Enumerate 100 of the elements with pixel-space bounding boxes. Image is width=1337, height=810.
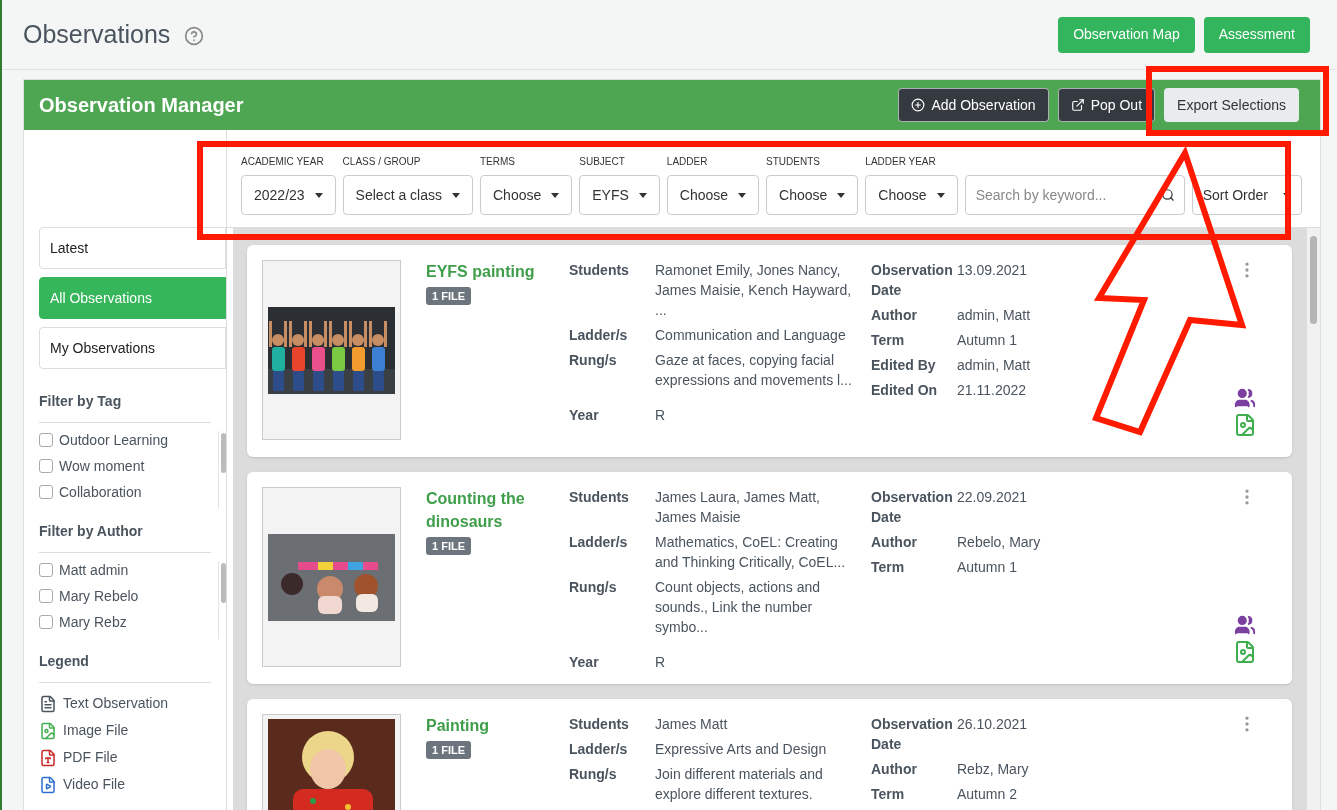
field-value: R <box>655 406 667 425</box>
field-value: Rebz, Mary <box>957 760 1029 779</box>
scrollbar[interactable] <box>1306 228 1320 810</box>
checkbox-option[interactable]: Wow moment <box>39 457 218 475</box>
field-label: Observation Date <box>871 715 954 754</box>
filter-dropdown[interactable]: Choose <box>766 175 859 215</box>
field-label: Students <box>569 715 630 734</box>
filter-label: LADDER <box>666 155 709 169</box>
field-value: 13.09.2021 <box>957 261 1028 280</box>
filter-dropdown[interactable]: EYFS <box>579 175 660 215</box>
caret-icon <box>551 192 560 198</box>
field-value: Autumn 2 <box>957 785 1017 804</box>
group-icon <box>1234 387 1256 409</box>
export-selections-button[interactable]: Export Selections <box>1164 88 1299 122</box>
field-label: Edited By <box>871 356 937 375</box>
legend-label: Text Observation <box>63 694 169 713</box>
caret-icon <box>638 192 647 198</box>
pdf-file-icon <box>39 748 57 767</box>
field-label: Ladder/s <box>569 533 629 552</box>
field-value: 26.10.2021 <box>957 715 1028 734</box>
group-icon <box>1234 614 1256 636</box>
file-count-badge: 1 FILE <box>426 537 471 555</box>
field-label: Observation Date <box>871 488 954 527</box>
scrollbar[interactable] <box>218 561 224 639</box>
checkbox[interactable] <box>39 433 53 447</box>
plus-icon <box>911 98 926 112</box>
field-label: Observation Date <box>871 261 954 300</box>
field-label: Ladder/s <box>569 740 629 759</box>
pop-out-button[interactable]: Pop Out <box>1057 88 1156 122</box>
filter-dropdown[interactable]: Choose <box>865 175 958 215</box>
filter-label: CLASS / GROUP <box>342 155 422 169</box>
image-file-icon <box>1233 640 1257 664</box>
field-value: Rebelo, Mary <box>957 533 1041 552</box>
checkbox-option[interactable]: Matt admin <box>39 561 218 579</box>
field-value: Join different materials and explore different textures. <box>655 765 824 804</box>
observation-card[interactable]: Painting 1 FILE Students James Matt Ladder/s Expressive Arts and Design Rung/s Join different materials and explore different textures. Observation Date 26.10.2021 Author Rebz, Mary Term Autumn 2 <box>247 699 1292 810</box>
observation-card[interactable] <box>247 245 1292 457</box>
caret-icon <box>452 192 460 198</box>
field-value: 22.09.2021 <box>957 488 1028 507</box>
checkbox[interactable] <box>39 615 53 629</box>
checkbox-option[interactable]: Mary Rebelo <box>39 587 218 605</box>
caret-icon <box>738 192 747 198</box>
view-tab[interactable]: My Observations <box>39 327 226 369</box>
field-value: Autumn 1 <box>957 331 1017 350</box>
view-tab[interactable]: Latest <box>39 227 226 269</box>
legend-heading: Legend <box>39 651 211 683</box>
caret-icon <box>936 192 945 198</box>
field-value: Count objects, actions and sounds., Link the number symbo... <box>655 578 821 637</box>
field-label: Students <box>569 261 630 280</box>
checkbox-option[interactable]: Collaboration <box>39 483 218 501</box>
field-value: Autumn 1 <box>957 558 1017 577</box>
legend-label: Image File <box>63 721 129 740</box>
file-count-badge: 1 FILE <box>426 741 471 759</box>
add-observation-button[interactable]: Add Observation <box>898 88 1049 122</box>
field-label: Year <box>569 406 600 425</box>
filter-label: ACADEMIC YEAR <box>241 155 325 169</box>
field-label: Year <box>569 653 600 672</box>
caret-icon <box>837 192 846 198</box>
filter-heading: Filter by Tag <box>39 391 211 423</box>
field-value: James Matt <box>655 715 729 734</box>
field-label: Term <box>871 331 906 350</box>
video-file-icon <box>39 775 57 794</box>
caret-icon <box>314 192 323 198</box>
field-label: Term <box>871 558 906 577</box>
field-label: Author <box>871 760 918 779</box>
scrollbar[interactable] <box>218 431 224 509</box>
field-label: Term <box>871 785 906 804</box>
checkbox[interactable] <box>39 589 53 603</box>
field-label: Rung/s <box>569 578 618 597</box>
field-value: R <box>655 653 667 672</box>
field-label: Author <box>871 306 918 325</box>
filter-label: SUBJECT <box>579 155 626 169</box>
filter-dropdown[interactable]: Choose <box>480 175 573 215</box>
checkbox[interactable] <box>39 459 53 473</box>
field-value: Communication and Language <box>655 326 847 345</box>
search-field[interactable]: Search by keyword... <box>964 175 1185 215</box>
field-value: admin, Matt <box>957 356 1031 375</box>
field-label: Ladder/s <box>569 326 629 345</box>
manager-title: Observation Manager <box>39 93 244 118</box>
filter-dropdown[interactable]: Choose <box>666 175 760 215</box>
image-file-icon <box>1233 413 1257 437</box>
filter-dropdown[interactable]: 2022/23 <box>241 175 336 215</box>
field-label: Edited On <box>871 381 939 400</box>
field-value: James Laura, James Matt, James Maisie <box>655 488 821 527</box>
checkbox[interactable] <box>39 563 53 577</box>
filter-label: STUDENTS <box>766 155 821 169</box>
field-label: Rung/s <box>569 765 618 784</box>
field-label: Students <box>569 488 630 507</box>
field-value: Gaze at faces, copying facial expressions and movements l... <box>655 351 853 390</box>
legend-label: Video File <box>63 775 125 794</box>
field-value: admin, Matt <box>957 306 1031 325</box>
help-icon[interactable] <box>184 26 205 46</box>
field-label: Rung/s <box>569 351 618 370</box>
checkbox-option[interactable]: Mary Rebz <box>39 613 218 631</box>
field-value: Mathematics, CoEL: Creating and Thinking Critically, CoEL... <box>655 533 847 572</box>
field-value: Expressive Arts and Design <box>655 740 828 759</box>
checkbox[interactable] <box>39 485 53 499</box>
filter-dropdown[interactable]: Select a class <box>342 175 473 215</box>
page-title: Observations <box>23 18 171 50</box>
checkbox-option[interactable]: Outdoor Learning <box>39 431 218 449</box>
